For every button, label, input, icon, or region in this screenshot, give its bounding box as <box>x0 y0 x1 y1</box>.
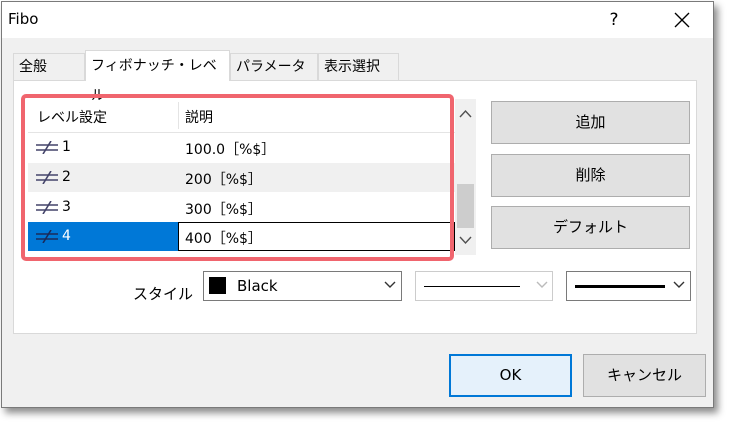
line-style-select[interactable] <box>415 271 553 301</box>
tab-display-select[interactable]: 表示選択 <box>318 53 399 80</box>
color-select[interactable]: Black <box>203 271 402 301</box>
line-width-preview <box>575 285 665 288</box>
chevron-down-icon <box>384 281 396 288</box>
tab-parameters[interactable]: パラメーター <box>230 53 318 101</box>
line-width-select[interactable] <box>566 271 691 301</box>
color-swatch <box>209 277 226 294</box>
chevron-down-icon <box>673 281 685 288</box>
help-button[interactable]: ? <box>600 6 628 34</box>
vertical-scrollbar[interactable] <box>455 99 476 255</box>
add-button[interactable]: 追加 <box>491 101 690 144</box>
scroll-thumb[interactable] <box>457 184 474 228</box>
default-button[interactable]: デフォルト <box>491 206 690 249</box>
line-style-preview <box>424 286 520 287</box>
color-name: Black <box>237 277 278 295</box>
tab-general[interactable]: 全般 <box>13 53 85 80</box>
scroll-down-arrow-icon[interactable] <box>459 236 472 245</box>
ok-button[interactable]: OK <box>449 354 572 397</box>
highlight-frame <box>21 94 454 261</box>
scroll-up-arrow-icon[interactable] <box>459 109 472 118</box>
style-label: スタイル <box>133 285 194 303</box>
close-button[interactable] <box>666 6 698 34</box>
close-icon <box>674 12 690 28</box>
delete-button[interactable]: 削除 <box>491 154 690 197</box>
chevron-down-icon <box>536 281 548 288</box>
tab-fibonacci-levels[interactable]: フィボナッチ・レベル <box>85 50 230 104</box>
cancel-button[interactable]: キャンセル <box>583 354 706 397</box>
window-title: Fibo <box>8 10 39 28</box>
title-bar: Fibo ? <box>2 2 713 38</box>
